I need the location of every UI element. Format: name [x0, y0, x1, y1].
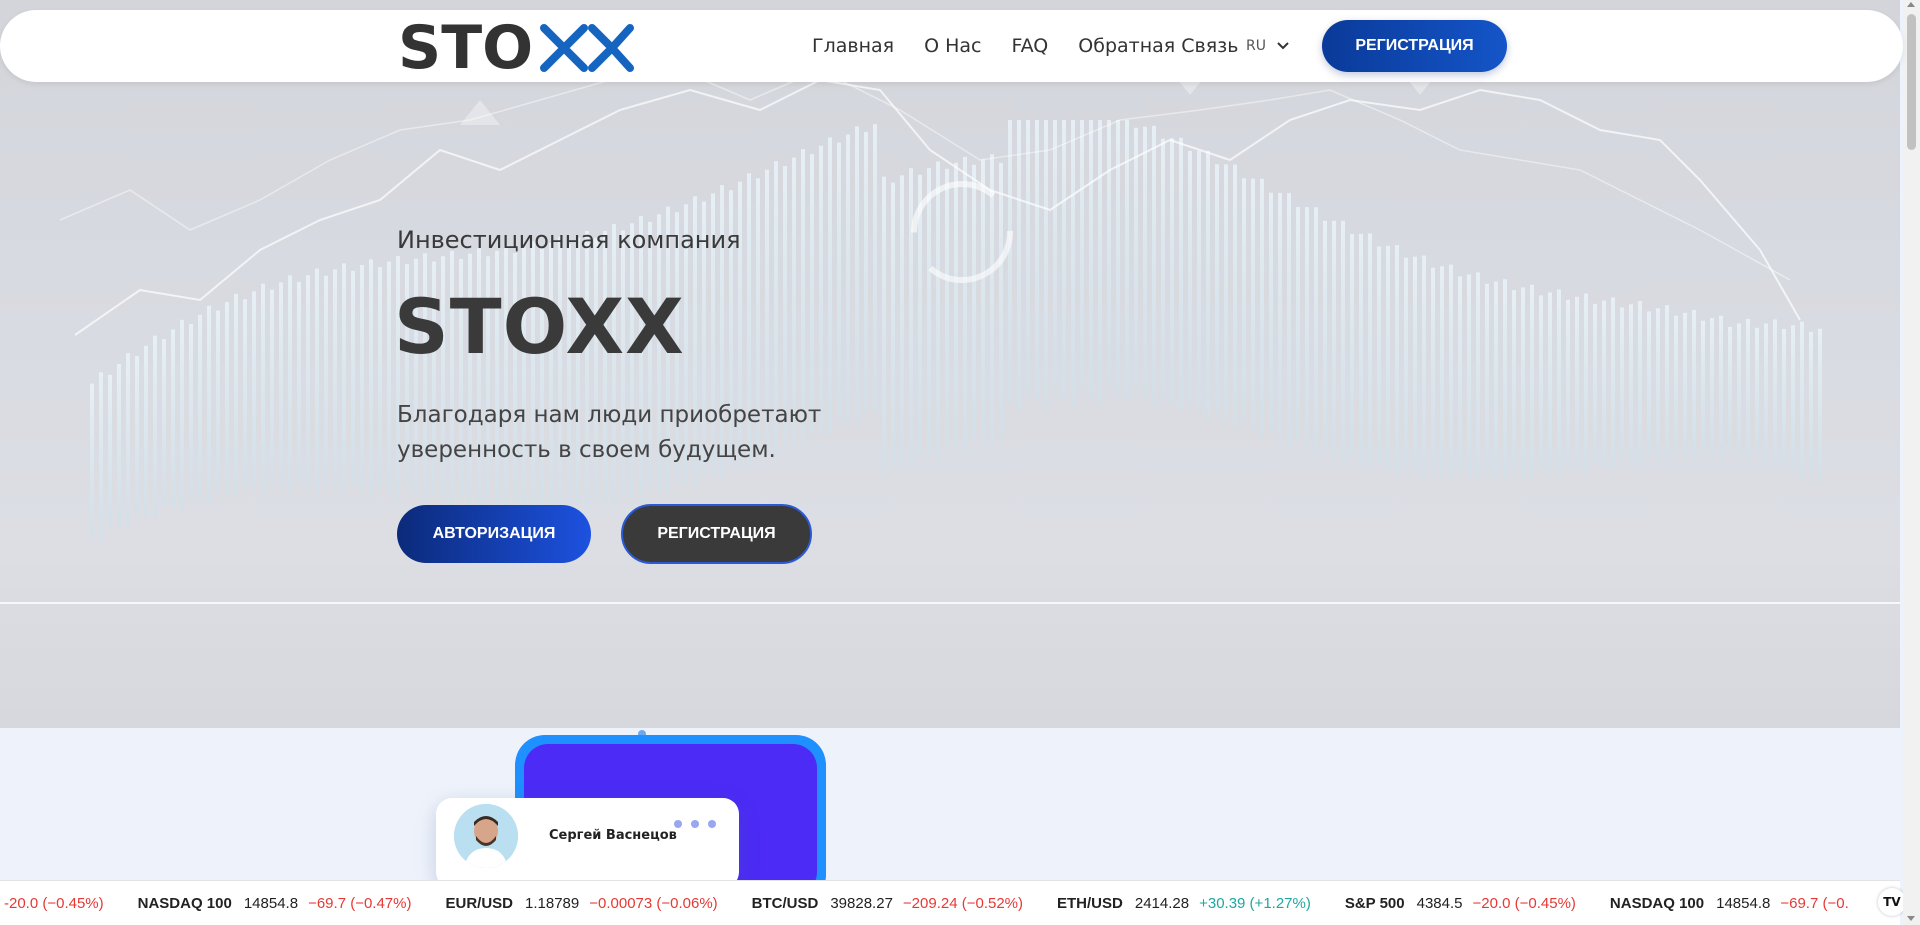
nav-link-faq[interactable]: FAQ [1011, 35, 1048, 57]
hero-title: STOXX [394, 282, 685, 371]
language-selector[interactable]: RU [1246, 10, 1290, 82]
ticker-item[interactable]: S&P 500 4384.5 −20.0 (−0.45%) [1345, 895, 1576, 912]
ticker-symbol: ETH/USD [1057, 894, 1123, 912]
nav-link-about[interactable]: О Нас [924, 35, 981, 57]
scrollbar-thumb[interactable] [1907, 14, 1916, 150]
ticker-item[interactable]: ETH/USD 2414.28 +30.39 (+1.27%) [1057, 895, 1311, 912]
ticker-change: -20.0 (−0.45%) [4, 894, 104, 912]
ticker-change: −69.7 (−0. [1780, 894, 1849, 912]
chevron-down-icon [1277, 42, 1289, 50]
ticker-price: 2414.28 [1134, 894, 1190, 912]
ticker-item[interactable]: BTC/USD 39828.27 −209.24 (−0.52%) [752, 895, 1023, 912]
ticker-change: −69.7 (−0.47%) [308, 894, 412, 912]
tradingview-logo-icon[interactable]: TV [1878, 888, 1906, 916]
ticker-symbol: NASDAQ 100 [137, 894, 232, 912]
nav-link-feedback[interactable]: Обратная Связь [1078, 35, 1238, 57]
login-button[interactable]: АВТОРИЗАЦИЯ [397, 505, 591, 563]
hero-section: Инвестиционная компания STOXX Благодаря … [0, 0, 1900, 728]
market-background-graphic [0, 69, 1900, 604]
ticker-symbol: S&P 500 [1344, 894, 1405, 912]
ticker-price: 4384.5 [1416, 894, 1463, 912]
ticker-item[interactable]: NASDAQ 100 14854.8 −69.7 (−0. [1610, 895, 1849, 912]
market-ticker: -20.0 (−0.45%) NASDAQ 100 14854.8 −69.7 (−0… [0, 880, 1900, 925]
language-label: RU [1246, 38, 1266, 54]
hero-register-button[interactable]: РЕГИСТРАЦИЯ [621, 504, 812, 564]
profile-card: Сергей Васнецов [436, 798, 739, 880]
ticker-change: −209.24 (−0.52%) [902, 894, 1024, 912]
ticker-price: 39828.27 [830, 894, 893, 912]
more-options-icon[interactable] [674, 820, 716, 828]
ticker-symbol: NASDAQ 100 [1609, 894, 1705, 912]
page-scrollbar[interactable] [1903, 0, 1920, 925]
ticker-symbol: BTC/USD [751, 894, 819, 912]
ticker-price: 14854.8 [243, 894, 299, 912]
ticker-item[interactable]: -20.0 (−0.45%) [4, 895, 104, 912]
hero-description: Благодаря нам люди приобретают увереннос… [397, 402, 822, 463]
nav-link-home[interactable]: Главная [812, 35, 894, 57]
ticker-price: 1.18789 [525, 894, 580, 912]
profile-name: Сергей Васнецов [549, 828, 677, 843]
ticker-symbol: EUR/USD [445, 894, 513, 912]
scroll-up-arrow-icon[interactable] [1907, 2, 1915, 7]
stoxx-logo[interactable]: STO [398, 18, 634, 76]
nav-links: Главная О Нас FAQ Обратная Связь [812, 10, 1238, 82]
ticker-item[interactable]: EUR/USD 1.18789 −0.00073 (−0.06%) [445, 895, 717, 912]
ticker-change: −20.0 (−0.45%) [1472, 894, 1576, 912]
top-navbar: STO Главная О Нас FAQ Обратная Связь RU … [0, 10, 1903, 82]
hero-subtitle: Инвестиционная компания [397, 226, 741, 254]
avatar [454, 804, 518, 868]
svg-text:STO: STO [398, 18, 533, 76]
features-section: Сергей Васнецов [0, 728, 1900, 880]
ticker-change: +30.39 (+1.27%) [1199, 894, 1311, 912]
ticker-price: 14854.8 [1716, 894, 1771, 912]
ticker-change: −0.00073 (−0.06%) [589, 894, 718, 912]
nav-register-button[interactable]: РЕГИСТРАЦИЯ [1322, 20, 1507, 72]
scroll-down-arrow-icon[interactable] [1907, 916, 1915, 921]
ticker-item[interactable]: NASDAQ 100 14854.8 −69.7 (−0.47%) [138, 895, 412, 912]
